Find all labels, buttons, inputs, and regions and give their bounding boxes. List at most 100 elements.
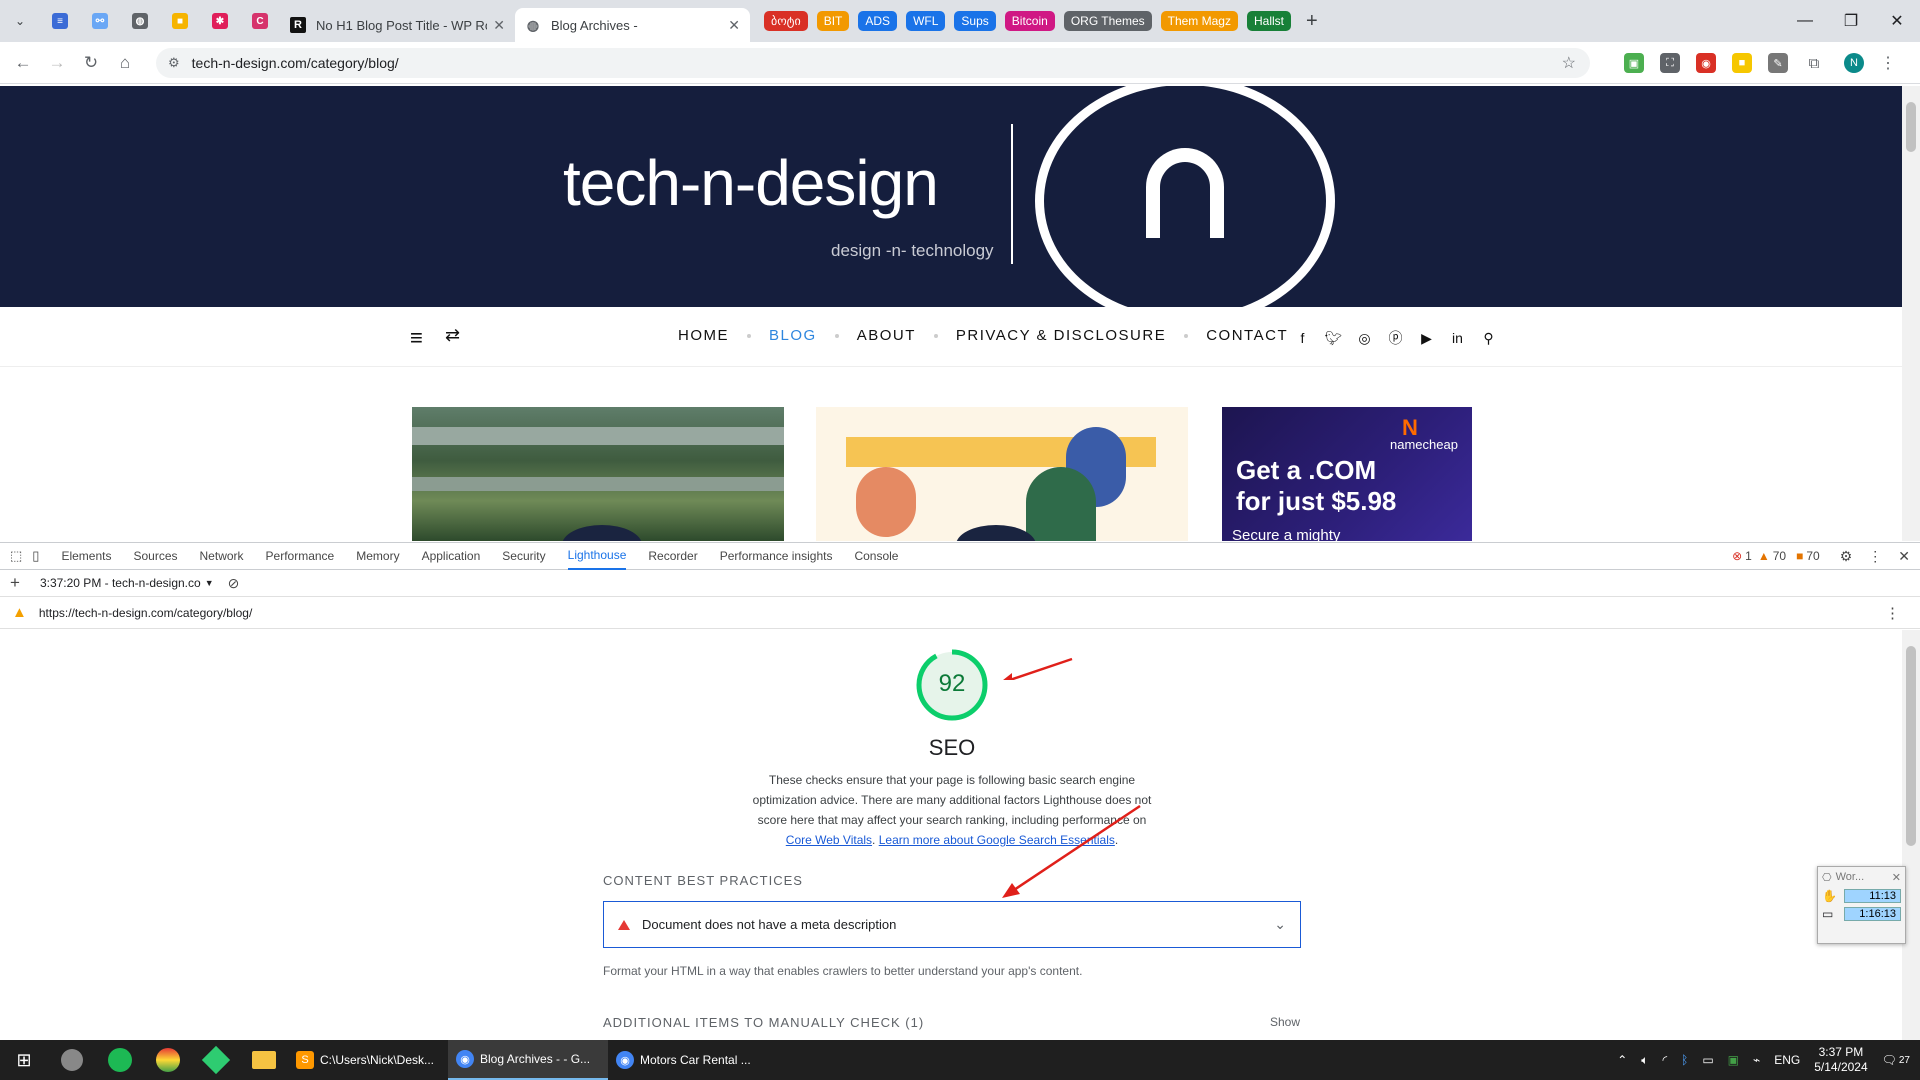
pinned-tab[interactable]: ■ — [160, 0, 200, 42]
menu-link-home[interactable]: HOME — [678, 327, 729, 344]
url-text[interactable]: tech-n-design.com/category/blog/ — [192, 55, 399, 71]
pinned-tab[interactable]: ≡ — [40, 0, 80, 42]
facebook-icon[interactable]: f — [1287, 330, 1318, 346]
battery-icon[interactable]: ▭ — [1702, 1053, 1713, 1067]
linkedin-icon[interactable]: in — [1442, 330, 1473, 346]
browser-menu-icon[interactable]: ⋮ — [1880, 53, 1896, 73]
tab-group-chip[interactable]: Sups — [954, 11, 996, 31]
inspect-element-icon[interactable]: ⬚ — [10, 548, 22, 564]
report-scrollbar-thumb[interactable] — [1906, 646, 1916, 846]
dropdown-arrow-icon[interactable]: ▼ — [205, 578, 214, 588]
pinned-tab[interactable]: C — [240, 0, 280, 42]
pinned-tab[interactable]: ◍ — [120, 0, 160, 42]
app-icon[interactable] — [48, 1040, 96, 1080]
wifi-icon[interactable]: ◜ — [1662, 1053, 1667, 1067]
windows-start-icon[interactable]: ⊞ — [0, 1040, 48, 1080]
devtools-tab-memory[interactable]: Memory — [356, 543, 399, 570]
devtools-tab-security[interactable]: Security — [502, 543, 545, 570]
screenshot-icon[interactable]: ⛶ — [1660, 53, 1680, 73]
devtools-tab-console[interactable]: Console — [854, 543, 898, 570]
report-selector[interactable]: 3:37:20 PM - tech-n-design.co — [40, 576, 201, 590]
volume-icon[interactable]: 🔈︎ — [1641, 1053, 1648, 1068]
menu-link-privacy-disclosure[interactable]: PRIVACY & DISCLOSURE — [956, 327, 1166, 344]
issues-count[interactable]: 70 — [1806, 549, 1819, 563]
pinned-tab[interactable]: ⚯ — [80, 0, 120, 42]
devtools-menu-icon[interactable]: ⋮ — [1868, 548, 1882, 565]
language-indicator[interactable]: ENG — [1774, 1053, 1800, 1067]
clock[interactable]: 3:37 PM 5/14/2024 — [1814, 1045, 1867, 1075]
devtools-tab-performance[interactable]: Performance — [266, 543, 335, 570]
post-thumbnail-cafe[interactable] — [816, 407, 1188, 541]
close-window-icon[interactable]: ✕ — [1874, 11, 1920, 31]
tab-search-button[interactable]: ⌄ — [0, 0, 40, 42]
notifications-button[interactable]: 🗨︎ 27 — [1882, 1053, 1910, 1067]
tab-group-chip[interactable]: Them Magz — [1160, 11, 1238, 31]
warning-icon[interactable]: ▲ — [1758, 549, 1770, 563]
back-icon[interactable]: ← — [6, 46, 40, 80]
site-info-icon[interactable]: ⚙ — [168, 55, 180, 71]
new-report-icon[interactable]: + — [10, 573, 20, 593]
search-icon[interactable]: ⚲ — [1473, 330, 1504, 347]
network-icon[interactable]: ⌁ — [1753, 1053, 1760, 1067]
tab-group-chip[interactable]: ბოტი — [764, 11, 808, 31]
twitter-icon[interactable]: 🐦︎ — [1318, 330, 1349, 347]
page-scrollbar[interactable] — [1902, 86, 1920, 541]
taskbar-app[interactable]: ◉ Motors Car Rental ... — [608, 1040, 768, 1080]
tab-group-chip[interactable]: Hallst — [1246, 11, 1291, 31]
devtools-tab-recorder[interactable]: Recorder — [648, 543, 697, 570]
devtools-tab-performance-insights[interactable]: Performance insights — [720, 543, 833, 570]
pinned-tab[interactable]: ✱ — [200, 0, 240, 42]
hamburger-menu-icon[interactable]: ≡ — [410, 325, 423, 351]
devtools-tab-sources[interactable]: Sources — [133, 543, 177, 570]
spotify-icon[interactable] — [96, 1040, 144, 1080]
reload-icon[interactable]: ↻ — [74, 46, 108, 80]
menu-link-contact[interactable]: CONTACT — [1206, 327, 1288, 344]
time-tracker-widget[interactable]: ⎔ Wor... ✕ ✋ 11:13 ▭ 1:16:13 — [1817, 866, 1906, 944]
forward-icon[interactable]: → — [40, 46, 74, 80]
close-devtools-icon[interactable]: ✕ — [1898, 548, 1910, 565]
taskbar-app[interactable]: S C:\Users\Nick\Desk... — [288, 1040, 448, 1080]
new-tab-icon[interactable]: + — [1306, 10, 1318, 33]
address-bar[interactable]: ⚙ tech-n-design.com/category/blog/ ☆ — [156, 48, 1590, 78]
taskbar-app[interactable]: ◉ Blog Archives - - G... — [448, 1040, 608, 1080]
puzzle-icon[interactable]: ⧉ — [1804, 53, 1824, 73]
devtools-tab-elements[interactable]: Elements — [61, 543, 111, 570]
bookmark-star-icon[interactable]: ☆ — [1562, 53, 1576, 73]
error-count[interactable]: 1 — [1745, 549, 1752, 563]
tab-group-chip[interactable]: ORG Themes — [1063, 11, 1152, 31]
report-menu-icon[interactable]: ⋮ — [1885, 604, 1900, 622]
page-scrollbar-thumb[interactable] — [1906, 102, 1916, 152]
core-web-vitals-link[interactable]: Core Web Vitals — [786, 833, 872, 847]
audit-meta-description[interactable]: Document does not have a meta descriptio… — [603, 901, 1301, 948]
tab-group-chip[interactable]: WFL — [906, 11, 946, 31]
devtools-tab-network[interactable]: Network — [200, 543, 244, 570]
warning-count[interactable]: 70 — [1773, 549, 1786, 563]
tab-group-chip[interactable]: ADS — [858, 11, 898, 31]
widget-close-icon[interactable]: ✕ — [1892, 871, 1901, 884]
close-tab-icon[interactable]: ✕ — [728, 17, 740, 34]
tab-wp-rocket[interactable]: R No H1 Blog Post Title - WP Roy ✕ — [280, 8, 515, 42]
instagram-icon[interactable]: ◎ — [1349, 330, 1380, 347]
devtools-tab-application[interactable]: Application — [422, 543, 481, 570]
extension-icon[interactable]: ◉ — [1696, 53, 1716, 73]
post-thumbnail-building[interactable] — [412, 407, 784, 541]
tab-group-chip[interactable]: BIT — [816, 11, 850, 31]
issues-icon[interactable]: ■ — [1796, 549, 1803, 563]
minimize-icon[interactable]: — — [1782, 12, 1828, 30]
app-icon[interactable] — [144, 1040, 192, 1080]
site-brand[interactable]: tech-n-design — [563, 146, 939, 220]
report-url[interactable]: https://tech-n-design.com/category/blog/ — [39, 606, 252, 620]
youtube-icon[interactable]: ▶ — [1411, 330, 1442, 347]
menu-link-about[interactable]: ABOUT — [857, 327, 916, 344]
tray-chevron-icon[interactable]: ⌃ — [1617, 1053, 1627, 1067]
tab-group-chip[interactable]: Bitcoin — [1004, 11, 1055, 31]
app-tray-icon[interactable]: ▣ — [1728, 1053, 1739, 1067]
close-tab-icon[interactable]: ✕ — [493, 17, 505, 34]
pinterest-icon[interactable]: ⓟ — [1380, 328, 1411, 348]
restore-icon[interactable]: ❐ — [1828, 11, 1874, 31]
show-button[interactable]: Show — [1270, 1015, 1300, 1029]
tab-blog-archives[interactable]: ◍ Blog Archives - ✕ — [515, 8, 750, 42]
devtools-tab-lighthouse[interactable]: Lighthouse — [567, 543, 627, 570]
bluetooth-icon[interactable]: ᛒ — [1681, 1053, 1688, 1067]
device-toolbar-icon[interactable]: ▯ — [32, 548, 39, 564]
